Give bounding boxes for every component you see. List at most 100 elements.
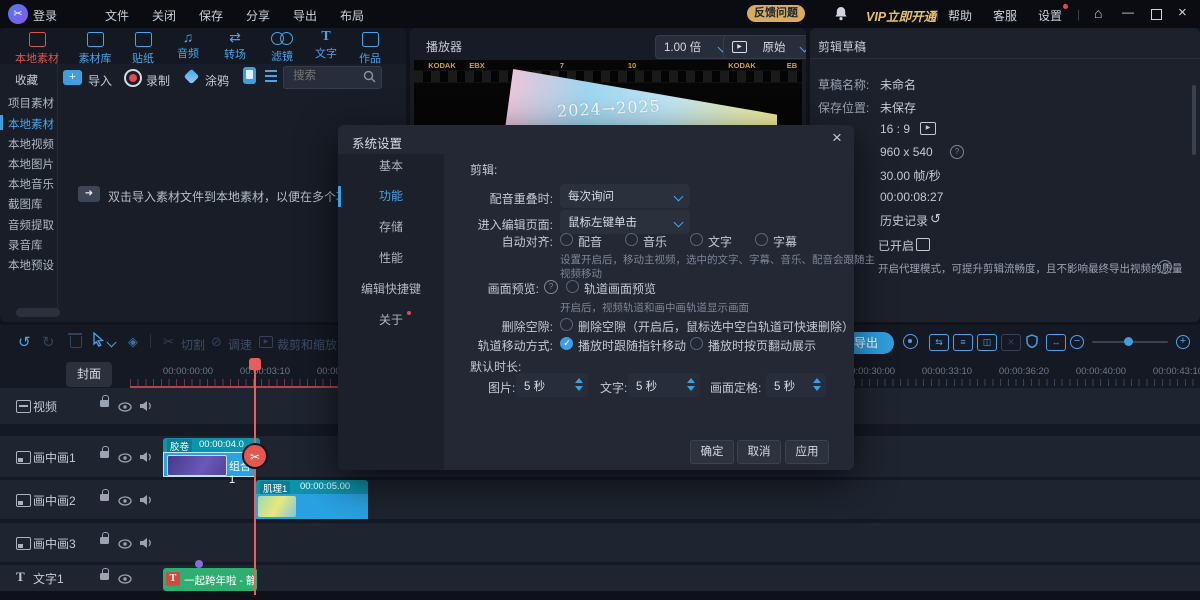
cover-button[interactable]: 封面	[66, 362, 112, 387]
cut-tool-label[interactable]: 切割	[181, 336, 205, 353]
doodle-button[interactable]: 涂鸦	[205, 72, 229, 89]
track-preview-radio[interactable]	[566, 280, 579, 293]
cut-at-playhead-button[interactable]: ✂	[242, 443, 268, 469]
login-button[interactable]: 登录	[33, 7, 57, 24]
view-quality-dropdown[interactable]: ▶ 原始	[723, 35, 806, 59]
list-item-local-media[interactable]: 本地素材	[8, 116, 57, 134]
search-icon[interactable]	[363, 70, 376, 86]
align-subtitle-option[interactable]: 字幕	[773, 233, 797, 250]
mirror-icon[interactable]: ◫	[977, 334, 997, 351]
apply-button[interactable]: 应用	[785, 440, 829, 464]
align-subtitle-radio[interactable]	[755, 233, 768, 246]
confirm-button[interactable]: 确定	[690, 440, 734, 464]
speaker-icon[interactable]	[139, 494, 153, 509]
track-preview-option[interactable]: 轨道画面预览	[584, 280, 656, 297]
lock-icon[interactable]	[100, 573, 109, 580]
lock-icon[interactable]	[100, 537, 109, 544]
follow-pointer-option[interactable]: 播放时跟随指针移动	[578, 337, 686, 354]
speaker-icon[interactable]	[139, 400, 153, 415]
media-panel-scrollbar[interactable]	[16, 308, 60, 317]
speed-tool-label[interactable]: 调速	[228, 336, 252, 353]
zoom-out-icon[interactable]: −	[1070, 335, 1084, 349]
zoom-in-icon[interactable]: +	[1176, 335, 1190, 349]
clip-text-body[interactable]: T 一起跨年啦 - 静态	[163, 568, 257, 591]
text-duration-stepper[interactable]: 5 秒	[628, 373, 700, 397]
menu-share[interactable]: 分享	[246, 7, 270, 24]
menu-save[interactable]: 保存	[199, 7, 223, 24]
align-text-radio[interactable]	[690, 233, 703, 246]
lock-icon[interactable]	[100, 400, 109, 407]
tab-filter[interactable]: 滤镜	[258, 32, 306, 64]
cancel-button[interactable]: 取消	[737, 440, 781, 464]
feedback-button[interactable]: 反馈问题	[747, 5, 805, 22]
menu-layout[interactable]: 布局	[340, 7, 364, 24]
vip-button[interactable]: VIP立即开通	[866, 6, 936, 25]
lock-icon[interactable]	[100, 494, 109, 501]
list-item-recordings[interactable]: 录音库	[8, 237, 57, 255]
tab-audio[interactable]: ♫ 音频	[164, 29, 212, 61]
settings-button[interactable]: 设置	[1038, 7, 1062, 24]
tab-works[interactable]: 作品	[348, 32, 392, 66]
list-item-local-image[interactable]: 本地图片	[8, 156, 57, 174]
history-link[interactable]: 历史记录	[880, 212, 928, 229]
sort-list-icon[interactable]	[265, 70, 277, 72]
delete-gap-radio[interactable]	[560, 318, 573, 331]
eye-icon[interactable]	[118, 538, 132, 552]
track-pip3[interactable]: 画中画3	[0, 523, 1200, 562]
tab-transition[interactable]: ⇄ 转场	[212, 29, 258, 62]
list-item-local-video[interactable]: 本地视频	[8, 136, 57, 154]
eye-icon[interactable]	[118, 573, 132, 587]
playhead-line[interactable]	[254, 360, 256, 595]
draft-ratio-value[interactable]: 16 : 9	[880, 122, 910, 136]
crop-tool-label[interactable]: 裁剪和缩放	[277, 336, 337, 353]
zoom-slider-knob[interactable]	[1124, 337, 1133, 346]
keyframe-icon[interactable]: ◈	[128, 334, 138, 350]
shield-icon[interactable]	[1026, 334, 1038, 351]
record-button[interactable]: 录制	[146, 72, 170, 89]
enter-edit-dropdown[interactable]: 鼠标左键单击	[560, 210, 690, 234]
preview-help-icon[interactable]: ?	[544, 280, 558, 294]
dialog-close-icon[interactable]: ×	[832, 128, 842, 148]
undo-icon[interactable]: ↺	[18, 333, 31, 351]
clip-texture-body[interactable]	[256, 494, 368, 519]
lock-icon[interactable]	[100, 451, 109, 458]
eye-icon[interactable]	[118, 495, 132, 509]
page-flip-radio[interactable]	[690, 337, 703, 350]
proxy-toggle-icon[interactable]	[916, 238, 930, 251]
tab-text[interactable]: T 文字	[304, 29, 348, 61]
dialog-tab-storage[interactable]: 存储	[338, 216, 444, 238]
page-flip-option[interactable]: 播放时按页翻动展示	[708, 337, 816, 354]
tab-local-media[interactable]: 本地素材	[10, 32, 64, 66]
crop-icon[interactable]: ▶	[259, 336, 273, 348]
stepper-arrows-icon[interactable]	[687, 378, 695, 391]
align-music-radio[interactable]	[625, 233, 638, 246]
import-button[interactable]: 导入	[88, 72, 112, 89]
keyframe-handle-top[interactable]	[195, 560, 203, 568]
tab-sticker[interactable]: 贴纸	[118, 32, 168, 66]
split-track-icon[interactable]: ≡	[953, 334, 973, 351]
list-item-local-audio[interactable]: 本地音乐	[8, 176, 57, 194]
eye-icon[interactable]	[118, 401, 132, 415]
dialog-tab-basic[interactable]: 基本	[338, 155, 444, 177]
track-pip2[interactable]: 画中画2	[0, 480, 1200, 519]
link-icon[interactable]: ✕	[1001, 334, 1021, 351]
overlap-dropdown[interactable]: 每次询问	[560, 184, 690, 208]
dialog-tab-features[interactable]: 功能	[338, 185, 444, 207]
dialog-tab-performance[interactable]: 性能	[338, 247, 444, 269]
bell-icon[interactable]	[834, 6, 848, 24]
cut-icon[interactable]: ✂	[163, 334, 174, 350]
draft-panel-scrollbar[interactable]	[1192, 85, 1196, 155]
maximize-button[interactable]	[1151, 9, 1162, 20]
minimize-button[interactable]: —	[1122, 5, 1134, 19]
eye-icon[interactable]	[118, 452, 132, 466]
history-icon[interactable]: ↺	[930, 211, 941, 227]
stepper-arrows-icon[interactable]	[575, 378, 583, 391]
clip-texture-header[interactable]: 肌理1 00:00:05.00	[256, 480, 368, 494]
menu-export[interactable]: 导出	[293, 7, 317, 24]
proxy-help-icon[interactable]: ?	[1158, 260, 1172, 274]
favorites-item[interactable]: 收藏	[15, 72, 38, 88]
align-music-option[interactable]: 音乐	[643, 233, 667, 250]
stepper-arrows-icon[interactable]	[813, 378, 821, 391]
image-duration-stepper[interactable]: 5 秒	[516, 373, 588, 397]
follow-pointer-radio[interactable]	[560, 337, 573, 350]
